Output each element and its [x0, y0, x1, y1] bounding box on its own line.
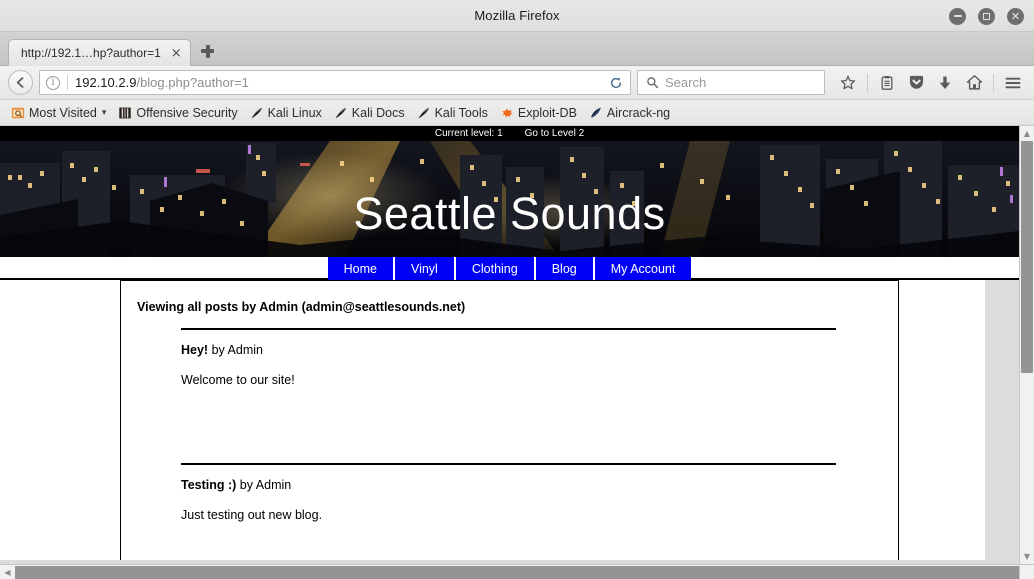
post-spacer	[181, 387, 876, 449]
pocket-icon[interactable]	[903, 70, 929, 96]
tab-close-icon[interactable]: ×	[171, 47, 182, 60]
browser-tab[interactable]: http://192.1…hp?author=1 ×	[8, 39, 191, 66]
search-bar[interactable]: Search	[637, 70, 825, 95]
offensive-security-icon	[118, 106, 132, 120]
bookmark-label: Offensive Security	[136, 106, 237, 120]
maximize-button[interactable]	[978, 8, 995, 25]
post-divider	[181, 328, 836, 330]
post-spacer	[181, 522, 876, 560]
window-controls: ✕	[949, 0, 1024, 32]
horizontal-scroll-thumb[interactable]	[15, 566, 1019, 579]
web-page: Current level: 1 Go to Level 2	[0, 126, 1019, 560]
post-divider	[181, 463, 836, 465]
nav-item-home[interactable]: Home	[328, 257, 395, 280]
bookmarks-bar: Most Visited ▾ Offensive Security Kali L…	[0, 100, 1034, 126]
url-text: 192.10.2.9/blog.php?author=1	[75, 75, 249, 90]
aircrack-ng-icon	[589, 106, 603, 120]
url-host: 192.10.2.9	[75, 75, 136, 90]
site-title: Seattle Sounds	[0, 191, 1019, 236]
plus-icon-horizontal	[201, 49, 214, 53]
post-byline: by Admin	[208, 343, 263, 357]
minimize-button[interactable]	[949, 8, 966, 25]
bookmark-exploit-db[interactable]: Exploit-DB	[495, 104, 582, 122]
blog-post: Hey! by Admin Welcome to our site!	[181, 328, 876, 449]
bookmark-label: Kali Linux	[268, 106, 322, 120]
bookmark-kali-tools[interactable]: Kali Tools	[412, 104, 493, 122]
page-viewport: Current level: 1 Go to Level 2	[0, 126, 1034, 579]
exploit-db-icon	[500, 106, 514, 120]
post-title: Hey!	[181, 343, 208, 357]
site-navigation: Home Vinyl Clothing Blog My Account	[0, 257, 1019, 280]
close-button[interactable]: ✕	[1007, 8, 1024, 25]
blog-card: Viewing all posts by Admin (admin@seattl…	[120, 280, 899, 560]
kali-dragon-icon	[334, 106, 348, 120]
toolbar-icons	[831, 70, 1026, 96]
post-byline: by Admin	[236, 478, 291, 492]
bookmark-label: Exploit-DB	[518, 106, 577, 120]
home-icon[interactable]	[961, 70, 987, 96]
bookmark-kali-docs[interactable]: Kali Docs	[329, 104, 410, 122]
post-body: Welcome to our site!	[181, 373, 876, 387]
reload-icon	[609, 76, 623, 90]
toolbar-divider-2	[993, 74, 994, 92]
library-icon[interactable]	[874, 70, 900, 96]
bookmark-most-visited[interactable]: Most Visited ▾	[6, 104, 111, 122]
post-title: Testing :)	[181, 478, 236, 492]
bookmark-label: Most Visited	[29, 106, 97, 120]
window-title: Mozilla Firefox	[474, 8, 559, 23]
firefox-window: Mozilla Firefox ✕ http://192.1…hp?author…	[0, 0, 1034, 579]
nav-item-clothing[interactable]: Clothing	[456, 257, 536, 280]
back-arrow-icon	[14, 76, 27, 89]
level-bar: Current level: 1 Go to Level 2	[0, 126, 1019, 141]
nav-item-vinyl[interactable]: Vinyl	[395, 257, 456, 280]
toolbar-divider	[867, 74, 868, 92]
nav-item-my-account[interactable]: My Account	[595, 257, 692, 280]
scroll-down-arrow-icon[interactable]: ▼	[1020, 549, 1034, 564]
bookmark-label: Aircrack-ng	[607, 106, 670, 120]
post-title-line: Hey! by Admin	[181, 343, 876, 357]
bookmark-label: Kali Tools	[435, 106, 488, 120]
tab-strip: http://192.1…hp?author=1 ×	[0, 32, 1034, 66]
bookmark-kali-linux[interactable]: Kali Linux	[245, 104, 327, 122]
new-tab-button[interactable]	[197, 41, 219, 61]
kali-dragon-icon	[250, 106, 264, 120]
vertical-scroll-thumb[interactable]	[1021, 141, 1033, 373]
back-button[interactable]	[8, 70, 33, 95]
vertical-scrollbar[interactable]: ▲ ▼	[1019, 126, 1034, 579]
scroll-left-arrow-icon[interactable]: ◀	[0, 565, 15, 579]
bookmark-aircrack-ng[interactable]: Aircrack-ng	[584, 104, 675, 122]
current-level-text: Current level: 1	[435, 128, 503, 139]
blog-post: Testing :) by Admin Just testing out new…	[181, 463, 876, 560]
most-visited-icon	[11, 106, 25, 120]
go-to-level-link[interactable]: Go to Level 2	[525, 128, 584, 139]
url-bar[interactable]: i 192.10.2.9/blog.php?author=1	[39, 70, 631, 95]
bookmark-label: Kali Docs	[352, 106, 405, 120]
tab-title: http://192.1…hp?author=1	[21, 46, 161, 60]
post-body: Just testing out new blog.	[181, 508, 876, 522]
horizontal-scrollbar[interactable]: ◀ ▶	[0, 564, 1034, 579]
navigation-toolbar: i 192.10.2.9/blog.php?author=1 Search	[0, 66, 1034, 100]
scroll-up-arrow-icon[interactable]: ▲	[1020, 126, 1034, 141]
url-divider	[67, 75, 68, 90]
nav-item-blog[interactable]: Blog	[536, 257, 595, 280]
site-banner: Seattle Sounds	[0, 141, 1019, 257]
page-title: Viewing all posts by Admin (admin@seattl…	[137, 300, 876, 314]
title-bar: Mozilla Firefox ✕	[0, 0, 1034, 32]
content-area: Viewing all posts by Admin (admin@seattl…	[0, 280, 1019, 560]
scrollbar-corner	[1019, 564, 1034, 579]
menu-icon[interactable]	[1000, 70, 1026, 96]
downloads-icon[interactable]	[932, 70, 958, 96]
bookmark-star-icon[interactable]	[835, 70, 861, 96]
search-icon	[646, 76, 659, 89]
site-identity-icon[interactable]: i	[46, 76, 60, 90]
kali-dragon-icon	[417, 106, 431, 120]
url-path: /blog.php?author=1	[136, 75, 248, 90]
chevron-down-icon[interactable]: ▾	[102, 107, 107, 118]
bookmark-offensive-security[interactable]: Offensive Security	[113, 104, 242, 122]
reload-button[interactable]	[604, 71, 628, 94]
search-input[interactable]: Search	[665, 75, 706, 90]
post-title-line: Testing :) by Admin	[181, 478, 876, 492]
